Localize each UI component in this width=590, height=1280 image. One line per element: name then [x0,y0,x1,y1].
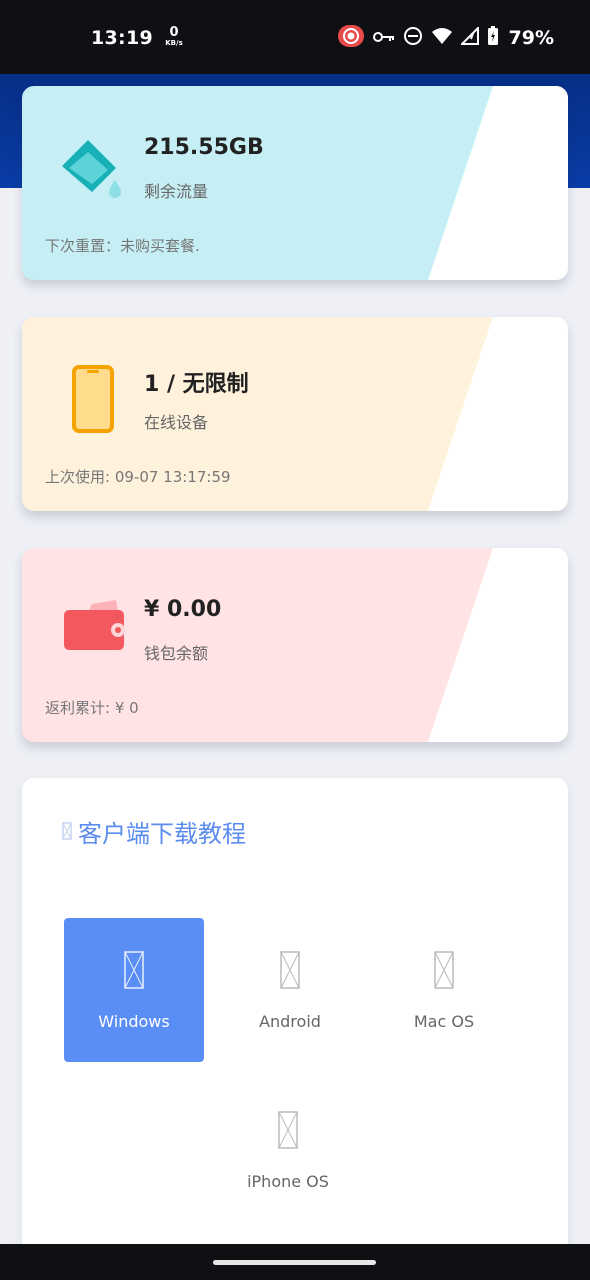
apple-icon [433,950,455,994]
download-tutorial-title: 客户端下载教程 [62,814,246,849]
wallet-balance-value: ¥ 0.00 [144,597,222,622]
online-devices-label: 在线设备 [144,413,209,432]
download-tutorial-title-text: 客户端下载教程 [78,820,246,848]
platform-label-macos: Mac OS [413,1011,475,1031]
last-used-info: 上次使用: 09-07 13:17:59 [45,468,231,486]
traffic-remaining-label: 剩余流量 [144,182,209,201]
platform-label-windows: Windows [98,1011,170,1031]
network-speed: 0 KB/s [160,26,188,47]
status-bar: 13:19 0 KB/s 79% [0,0,590,74]
online-devices-value: 1 / 无限制 [144,372,249,397]
image-placeholder-icon [62,818,72,846]
card-decoration [428,317,568,511]
traffic-card[interactable]: 215.55GB 剩余流量 下次重置：未购买套餐. [22,86,568,280]
battery-percentage: 79% [508,27,554,49]
traffic-remaining-value: 215.55GB [144,135,264,160]
battery-icon [487,26,499,50]
vpn-key-icon [372,29,395,48]
network-speed-unit: KB/s [165,39,183,47]
status-time: 13:19 [91,27,153,49]
platform-tile-android[interactable]: Android [220,918,360,1062]
wallet-card[interactable]: ¥ 0.00 钱包余额 返利累计: ¥ 0 [22,548,568,742]
phone-icon [58,365,128,435]
platform-label-iphone: iPhone OS [247,1171,329,1191]
home-gesture-handle[interactable] [213,1260,376,1265]
android-icon [279,950,301,994]
devices-card[interactable]: 1 / 无限制 在线设备 上次使用: 09-07 13:17:59 [22,317,568,511]
traffic-reset-info: 下次重置：未购买套餐. [45,237,200,255]
platform-label-android: Android [259,1011,321,1031]
wifi-icon [431,27,453,49]
status-icons: 79% [337,24,554,52]
signal-icon [459,25,479,49]
wallet-balance-label: 钱包余额 [144,644,209,663]
navigation-bar [0,1244,590,1280]
card-decoration [428,548,568,742]
network-speed-value: 0 [169,25,179,40]
bucket-icon [58,134,128,204]
record-icon [337,24,365,52]
rebate-total-info: 返利累计: ¥ 0 [45,699,139,717]
dnd-icon [403,26,423,50]
wallet-icon [58,596,128,666]
iphone-icon [277,1110,299,1154]
platform-tile-windows[interactable]: Windows [64,918,204,1062]
platform-tile-macos[interactable]: Mac OS [374,918,514,1062]
card-decoration [428,86,568,280]
platform-tile-iphone[interactable]: iPhone OS [218,1078,358,1222]
windows-icon [123,950,145,994]
download-tutorial-card: 客户端下载教程 Windows Android Mac OS iPhone OS [22,778,568,1258]
